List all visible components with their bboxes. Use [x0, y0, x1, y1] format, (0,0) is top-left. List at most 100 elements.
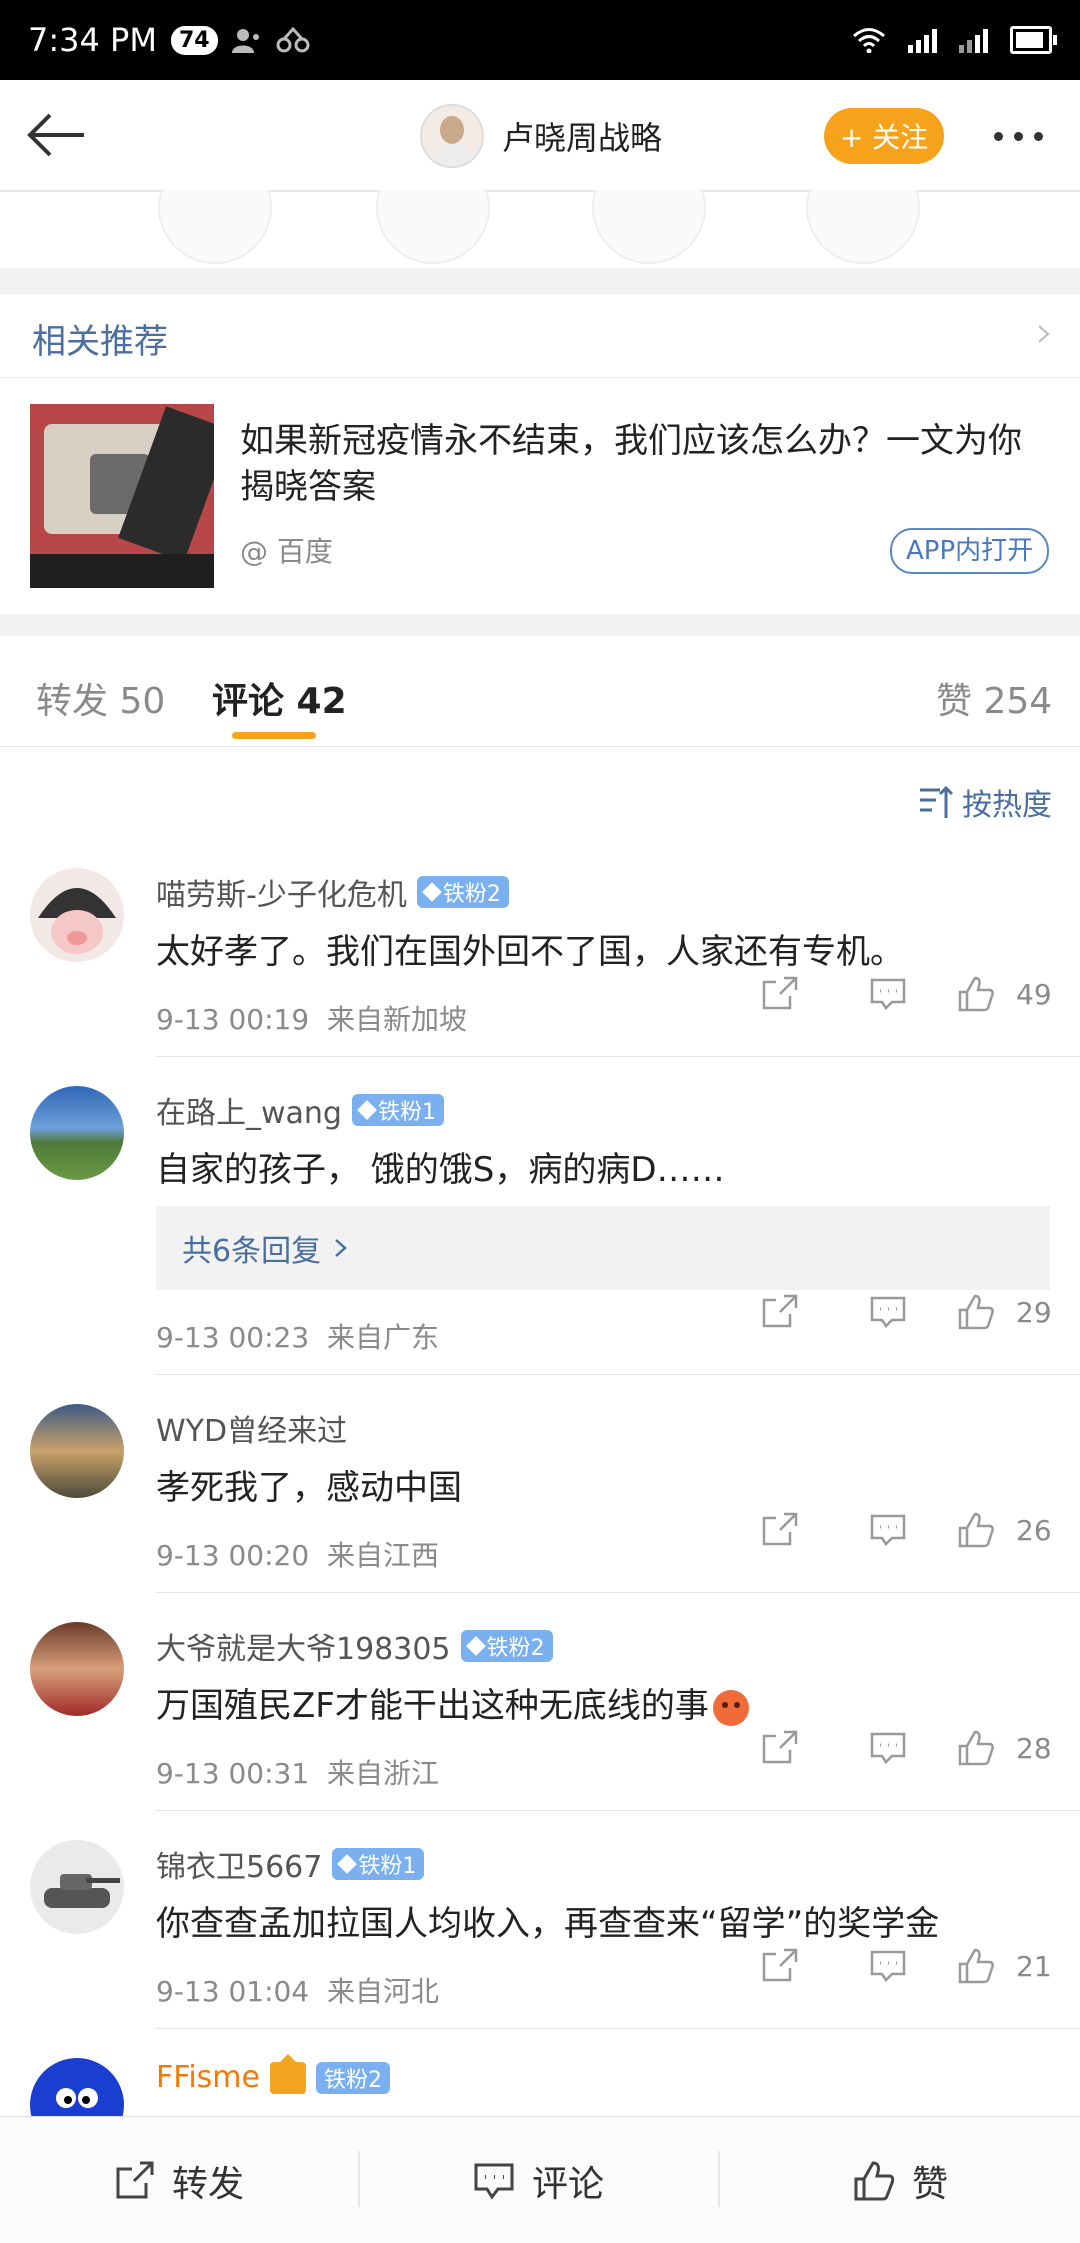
author-avatar[interactable]	[420, 104, 484, 168]
sort-icon	[920, 785, 954, 818]
status-bar: 7:34 PM 74	[0, 0, 1080, 80]
share-icon[interactable]	[760, 1510, 800, 1550]
repost-label: 转发	[172, 2164, 245, 2205]
more-options-icon[interactable]	[994, 132, 1043, 141]
battery-icon	[1010, 26, 1057, 54]
comment-divider	[156, 1810, 1080, 1811]
comment-icon	[474, 2163, 514, 2200]
bottom-separator	[358, 2151, 360, 2207]
voicemail-icon	[276, 27, 310, 53]
comment-meta: 9-13 00:20 来自江西	[156, 1539, 439, 1572]
fan-badge: 铁粉1	[332, 1848, 425, 1880]
status-time: 7:34 PM	[28, 21, 157, 59]
angry-emoji-icon	[712, 1689, 749, 1726]
comment-icon[interactable]	[868, 974, 908, 1014]
fan-badge: 铁粉2	[416, 876, 509, 908]
commenter-name-text[interactable]: FFisme	[156, 2060, 260, 2095]
open-in-app-button[interactable]: APP内打开	[890, 528, 1050, 574]
section-divider	[0, 268, 1080, 294]
commenter-name[interactable]: 喵劳斯-少子化危机 铁粉2	[156, 870, 509, 914]
comment-meta: 9-13 01:04 来自河北	[156, 1975, 439, 2008]
comment-meta: 9-13 00:23 来自广东	[156, 1321, 439, 1354]
like-icon[interactable]	[956, 1510, 996, 1550]
avatar[interactable]	[30, 1404, 124, 1498]
signal-icon-2	[959, 27, 988, 53]
comment-icon[interactable]	[868, 1946, 908, 1986]
author-info[interactable]: 卢晓周战略	[420, 104, 662, 168]
commenter-name-text[interactable]: 大爷就是大爷198305	[156, 1624, 451, 1668]
comment-icon[interactable]	[868, 1728, 908, 1768]
comment-label: 评论	[532, 2164, 605, 2205]
replies-label: 共6条回复	[182, 1234, 322, 1269]
tab-comments[interactable]: 评论 42	[212, 672, 347, 724]
article-title[interactable]: 如果新冠疫情永不结束，我们应该怎么办？一文为你揭晓答案	[240, 418, 1050, 510]
comment-meta: 9-13 00:31 来自浙江	[156, 1757, 439, 1790]
status-right	[852, 26, 1057, 54]
follow-button[interactable]: + 关注	[824, 108, 944, 164]
like-icon	[854, 2161, 895, 2201]
like-icon[interactable]	[956, 1946, 996, 1986]
like-count: 28	[1016, 1731, 1052, 1765]
status-left: 7:34 PM 74	[28, 21, 310, 59]
related-article-card[interactable]: 如果新冠疫情永不结束，我们应该怎么办？一文为你揭晓答案 @ 百度 APP内打开	[0, 378, 1080, 614]
avatar[interactable]	[30, 1840, 124, 1934]
fan-badge: 铁粉2	[460, 1630, 553, 1662]
like-button[interactable]: 赞	[852, 2155, 948, 2207]
commenter-name[interactable]: 在路上_wang 铁粉1	[156, 1088, 444, 1132]
chevron-right-icon	[335, 1239, 347, 1257]
author-name[interactable]: 卢晓周战略	[502, 113, 662, 159]
crown-icon	[269, 2053, 306, 2094]
bottom-separator	[718, 2151, 720, 2207]
repost-button[interactable]: 转发	[112, 2155, 244, 2207]
tab-indicator	[232, 732, 316, 739]
commenter-name-text[interactable]: 喵劳斯-少子化危机	[156, 870, 407, 914]
like-label: 赞	[912, 2164, 949, 2205]
share-icon[interactable]	[760, 1946, 800, 1986]
like-icon[interactable]	[956, 1292, 996, 1332]
notification-badge: 74	[170, 25, 218, 55]
header: 卢晓周战略 + 关注	[0, 80, 1080, 192]
commenter-name-text[interactable]: WYD曾经来过	[156, 1406, 347, 1450]
related-header[interactable]: 相关推荐	[0, 294, 1080, 378]
tab-repost[interactable]: 转发 50	[36, 672, 165, 724]
avatar[interactable]	[30, 868, 124, 962]
sort-button[interactable]: 按热度	[918, 780, 1052, 824]
wifi-icon	[853, 28, 885, 53]
avatar[interactable]	[30, 1622, 124, 1716]
comment-text: 万国殖民ZF才能干出这种无底线的事	[156, 1678, 749, 1727]
comment-text: 太好孝了。我们在国外回不了国，人家还有专机。	[156, 932, 904, 972]
like-icon[interactable]	[956, 974, 996, 1014]
share-icon[interactable]	[760, 1728, 800, 1768]
tab-bar: 转发 50 评论 42 赞 254	[0, 636, 1080, 747]
like-count: 49	[1016, 977, 1052, 1011]
commenter-name[interactable]: FFisme 铁粉2	[156, 2053, 390, 2095]
sort-label: 按热度	[962, 788, 1052, 823]
view-replies-button[interactable]: 共6条回复	[156, 1206, 1050, 1290]
comment-button[interactable]: 评论	[472, 2155, 604, 2207]
like-count: 21	[1016, 1949, 1052, 1983]
fan-badge: 铁粉1	[351, 1094, 444, 1126]
repost-icon	[116, 2161, 154, 2199]
signal-icon	[908, 27, 937, 53]
commenter-name[interactable]: 锦衣卫5667 铁粉1	[156, 1842, 425, 1886]
article-thumbnail	[30, 404, 214, 588]
comment-text: 自家的孩子， 饿的饿S，病的病D……	[156, 1150, 725, 1190]
comment-divider	[156, 1374, 1080, 1375]
share-icon[interactable]	[760, 1292, 800, 1332]
tab-likes[interactable]: 赞 254	[936, 672, 1052, 724]
article-source: @ 百度	[240, 535, 333, 568]
commenter-name[interactable]: 大爷就是大爷198305 铁粉2	[156, 1624, 553, 1668]
avatar[interactable]	[30, 1086, 124, 1180]
commenter-name-text[interactable]: 在路上_wang	[156, 1088, 342, 1132]
comment-meta: 9-13 00:19 来自新加坡	[156, 1003, 467, 1036]
person-icon	[231, 29, 259, 53]
chevron-right-icon	[1038, 325, 1050, 343]
comment-icon[interactable]	[868, 1292, 908, 1332]
comment-icon[interactable]	[868, 1510, 908, 1550]
share-icon[interactable]	[760, 974, 800, 1014]
like-icon[interactable]	[956, 1728, 996, 1768]
commenter-name-text[interactable]: 锦衣卫5667	[156, 1842, 322, 1886]
back-arrow-icon[interactable]	[24, 110, 88, 160]
commenter-name[interactable]: WYD曾经来过	[156, 1406, 347, 1450]
fan-badge: 铁粉2	[315, 2061, 390, 2094]
